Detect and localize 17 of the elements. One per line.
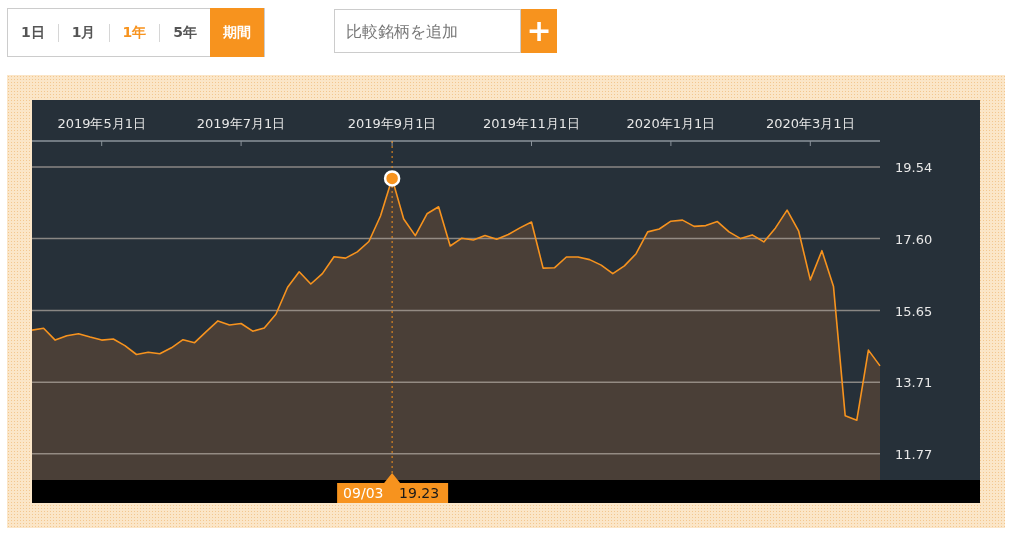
x-axis-label: 2019年5月1日 xyxy=(57,116,146,131)
x-axis-label: 2019年7月1日 xyxy=(196,116,286,131)
y-axis-label: 17.60 xyxy=(895,231,933,247)
x-axis-label: 2020年1月1日 xyxy=(626,116,716,131)
x-axis-label: 2020年3月1日 xyxy=(766,116,855,131)
y-axis-label: 15.65 xyxy=(895,303,933,319)
x-axis-label: 2019年11月1日 xyxy=(483,116,580,131)
x-axis-label: 2019年9月1日 xyxy=(347,116,437,131)
y-axis-label: 19.54 xyxy=(895,159,933,175)
range-tab[interactable]: 5年 xyxy=(160,9,210,56)
range-tab[interactable]: 1日 xyxy=(8,9,58,56)
tooltip-date: 09/03 xyxy=(343,485,384,501)
y-axis-label: 13.71 xyxy=(895,375,933,391)
tooltip-value: 19.23 xyxy=(399,485,440,501)
y-axis-label: 11.77 xyxy=(895,446,933,462)
compare-search-field[interactable]: 比較銘柄を追加 xyxy=(334,9,521,53)
range-tab[interactable]: 1月 xyxy=(58,9,109,56)
